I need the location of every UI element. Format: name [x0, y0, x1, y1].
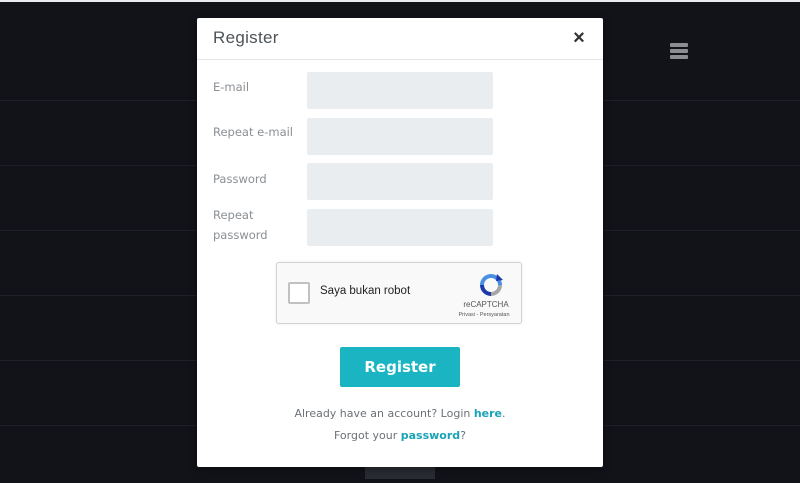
login-prompt: Already have an account? Login here. [197, 407, 603, 420]
login-prompt-suffix: . [502, 407, 506, 420]
recaptcha-brand: reCAPTCHA [463, 300, 509, 309]
repeat-email-field[interactable] [307, 118, 493, 155]
captcha-label: Saya bukan robot [320, 285, 411, 297]
recaptcha-widget: Saya bukan robot reCAPTCHA Privasi - Per… [276, 262, 522, 324]
password-label: Password [213, 172, 267, 186]
forgot-password-prompt: Forgot your password? [197, 429, 603, 442]
forgot-prompt-text: Forgot your [333, 429, 401, 442]
repeat-password-field[interactable] [307, 209, 493, 246]
forgot-password-link[interactable]: password [401, 429, 460, 442]
recaptcha-logo-icon [480, 274, 503, 296]
background-tab [365, 465, 435, 479]
close-icon: × [573, 27, 585, 49]
email-field[interactable] [307, 72, 493, 109]
modal-header: Register × [197, 18, 603, 60]
password-field[interactable] [307, 163, 493, 200]
captcha-checkbox[interactable] [288, 282, 310, 304]
login-link[interactable]: here [474, 407, 502, 420]
login-prompt-text: Already have an account? Login [294, 407, 474, 420]
hamburger-menu-icon[interactable] [670, 43, 688, 61]
forgot-prompt-suffix: ? [460, 429, 466, 442]
modal-title: Register [213, 28, 279, 47]
recaptcha-links[interactable]: Privasi - Persyaratan [449, 312, 519, 318]
register-modal: Register × E-mail Repeat e-mail Password… [197, 18, 603, 467]
repeat-password-label: Repeat password [213, 208, 268, 242]
close-button[interactable]: × [569, 26, 589, 50]
repeat-email-label: Repeat e-mail [213, 125, 294, 139]
background-top-strip [0, 0, 800, 2]
register-button[interactable]: Register [340, 347, 460, 387]
email-label: E-mail [213, 80, 250, 94]
